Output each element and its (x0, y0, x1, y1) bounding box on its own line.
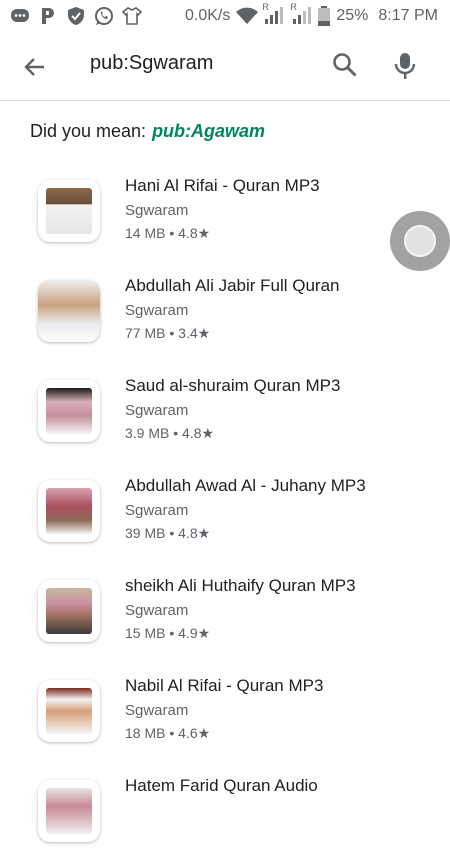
star-icon: ★ (197, 525, 211, 541)
app-rating: 4.8 (178, 225, 198, 241)
list-item[interactable]: sheikh Ali Huthaify Quran MP3 Sgwaram 15… (0, 568, 450, 668)
app-icon (38, 280, 100, 342)
app-title: Saud al-shuraim Quran MP3 (125, 376, 341, 395)
mic-icon[interactable] (393, 52, 417, 80)
star-icon: ★ (197, 725, 211, 741)
did-you-mean: Did you mean: pub:Agawam (30, 121, 265, 142)
app-rating: 4.9 (178, 625, 198, 641)
clock: 8:17 PM (378, 7, 438, 24)
app-title: Hani Al Rifai - Quran MP3 (125, 176, 320, 195)
app-meta: 15 MB • 4.9★ (125, 625, 210, 642)
app-rating: 4.6 (178, 725, 198, 741)
app-title: Hatem Farid Quran Audio (125, 776, 318, 795)
app-size: 3.9 MB (125, 425, 170, 441)
app-size: 14 MB (125, 225, 166, 241)
app-title: Nabil Al Rifai - Quran MP3 (125, 676, 324, 695)
app-icon-image (46, 188, 92, 234)
app-icon (38, 780, 100, 842)
app-icon-image (46, 488, 92, 534)
app-developer: Sgwaram (125, 302, 189, 319)
app-meta: 39 MB • 4.8★ (125, 525, 210, 542)
status-bar: 0.0K/s R R 25% 8:17 PM (0, 0, 450, 32)
search-query[interactable]: pub:Sgwaram (90, 52, 213, 75)
search-icon[interactable] (332, 52, 358, 78)
separator: • (169, 625, 175, 641)
separator: • (169, 725, 175, 741)
app-icon-image (46, 788, 92, 834)
app-rating: 3.4 (178, 325, 198, 341)
separator: • (169, 325, 175, 341)
floating-button-inner (404, 225, 436, 257)
list-item[interactable]: Abdullah Ali Jabir Full Quran Sgwaram 77… (0, 268, 450, 368)
app-icon-image (46, 688, 92, 734)
arrow-back-icon[interactable] (22, 54, 48, 80)
app-developer: Sgwaram (125, 202, 189, 219)
separator: • (173, 425, 179, 441)
suggestion-link[interactable]: pub:Agawam (152, 121, 265, 141)
app-rating: 4.8 (182, 425, 202, 441)
status-notification-icons (0, 6, 143, 26)
app-meta: 3.9 MB • 4.8★ (125, 425, 214, 442)
list-item[interactable]: Hatem Farid Quran Audio (0, 768, 450, 868)
app-size: 15 MB (125, 625, 166, 641)
network-speed: 0.0K/s (185, 7, 231, 24)
app-icon-image (46, 388, 92, 434)
app-developer: Sgwaram (125, 502, 189, 519)
app-size: 39 MB (125, 525, 166, 541)
app-title: Abdullah Awad Al - Juhany MP3 (125, 476, 366, 495)
app-icon (38, 180, 100, 242)
app-title: Abdullah Ali Jabir Full Quran (125, 276, 340, 295)
whatsapp-icon (94, 6, 114, 26)
app-icon (38, 680, 100, 742)
signal-roaming-label: R (262, 2, 269, 12)
app-icon-image (46, 588, 92, 634)
shirt-icon (121, 6, 143, 26)
battery-icon (318, 6, 331, 26)
star-icon: ★ (197, 325, 211, 341)
shield-check-icon (66, 6, 86, 26)
search-bar: pub:Sgwaram (0, 32, 450, 101)
did-you-mean-label: Did you mean: (30, 121, 147, 141)
app-meta: 77 MB • 3.4★ (125, 325, 210, 342)
list-item[interactable]: Nabil Al Rifai - Quran MP3 Sgwaram 18 MB… (0, 668, 450, 768)
separator: • (169, 225, 175, 241)
app-list: Hani Al Rifai - Quran MP3 Sgwaram 14 MB … (0, 168, 450, 868)
signal-icon: R (262, 2, 284, 26)
list-item[interactable]: Abdullah Awad Al - Juhany MP3 Sgwaram 39… (0, 468, 450, 568)
app-developer: Sgwaram (125, 702, 189, 719)
star-icon: ★ (197, 625, 211, 641)
app-size: 18 MB (125, 725, 166, 741)
list-item[interactable]: Saud al-shuraim Quran MP3 Sgwaram 3.9 MB… (0, 368, 450, 468)
app-developer: Sgwaram (125, 602, 189, 619)
floating-assistive-button[interactable] (390, 211, 450, 271)
wifi-icon (236, 6, 259, 26)
battery-percent: 25% (336, 7, 369, 24)
separator: • (169, 525, 175, 541)
app-icon (38, 580, 100, 642)
app-rating: 4.8 (178, 525, 198, 541)
list-item[interactable]: Hani Al Rifai - Quran MP3 Sgwaram 14 MB … (0, 168, 450, 268)
app-meta: 14 MB • 4.8★ (125, 225, 210, 242)
app-icon (38, 480, 100, 542)
signal-icon: R (290, 2, 312, 26)
p-icon (38, 6, 58, 26)
status-system-icons: 0.0K/s R R 25% 8:17 PM (185, 2, 450, 26)
app-icon-image (38, 280, 100, 342)
star-icon: ★ (201, 425, 215, 441)
app-icon (38, 380, 100, 442)
app-title: sheikh Ali Huthaify Quran MP3 (125, 576, 356, 595)
app-meta: 18 MB • 4.6★ (125, 725, 210, 742)
star-icon: ★ (197, 225, 211, 241)
app-developer: Sgwaram (125, 402, 189, 419)
chat-icon (10, 6, 30, 26)
signal-roaming-label: R (290, 2, 297, 12)
app-size: 77 MB (125, 325, 166, 341)
